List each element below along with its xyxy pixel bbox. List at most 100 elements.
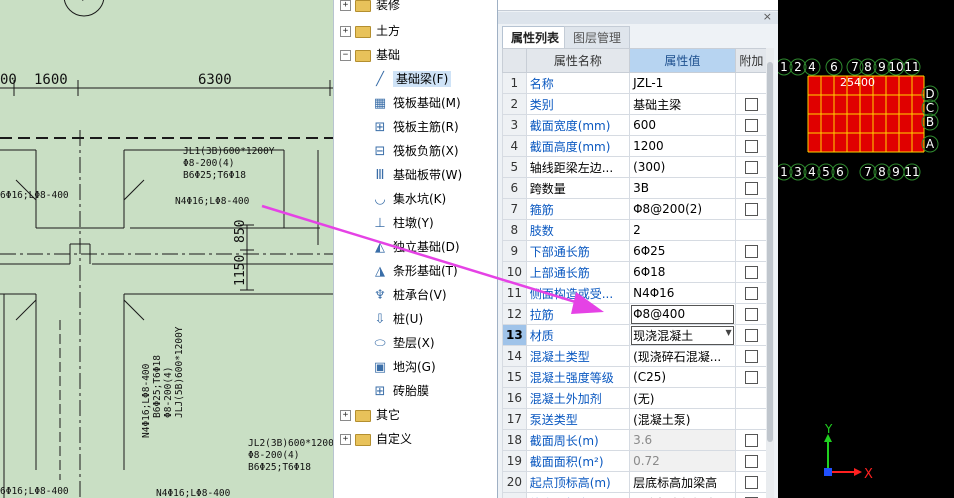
extra-checkbox[interactable] bbox=[744, 140, 758, 153]
property-row[interactable]: 16 混凝土外加剂 (无) bbox=[502, 387, 769, 409]
property-row[interactable]: 15 混凝土强度等级 (C25) bbox=[502, 366, 769, 388]
property-value-field[interactable]: 6Φ18 bbox=[629, 261, 736, 283]
property-row[interactable]: 11 侧面构造或受... N4Φ16 bbox=[502, 282, 769, 304]
extra-checkbox[interactable] bbox=[744, 287, 758, 300]
extra-checkbox[interactable] bbox=[744, 182, 758, 195]
column-header-value[interactable]: 属性值 bbox=[629, 48, 736, 73]
property-row[interactable]: 6 跨数量 3B bbox=[502, 177, 769, 199]
property-row[interactable]: 14 混凝土类型 (现浇碎石混凝... bbox=[502, 345, 769, 367]
tree-folder-custom[interactable]: + 自定义 bbox=[340, 428, 412, 450]
tree-item-column-pier[interactable]: ⊥ 柱墩(Y) bbox=[372, 211, 433, 235]
property-extra-cell[interactable] bbox=[734, 156, 769, 178]
tree-item-sump[interactable]: ◡ 集水坑(K) bbox=[372, 187, 446, 211]
property-row[interactable]: 2 类别 基础主梁 bbox=[502, 93, 769, 115]
extra-checkbox[interactable] bbox=[744, 350, 758, 363]
property-extra-cell[interactable] bbox=[734, 135, 769, 157]
property-row[interactable]: 5 轴线距梁左边... (300) bbox=[502, 156, 769, 178]
vertical-scrollbar[interactable] bbox=[766, 48, 774, 498]
tab-property-list[interactable]: 属性列表 bbox=[502, 26, 569, 49]
extra-checkbox[interactable] bbox=[744, 203, 758, 216]
property-extra-cell[interactable] bbox=[734, 450, 769, 472]
property-row[interactable]: 18 截面周长(m) 3.6 bbox=[502, 429, 769, 451]
property-value-field[interactable]: 6Φ25 bbox=[629, 240, 736, 262]
property-extra-cell[interactable] bbox=[734, 366, 769, 388]
property-row[interactable]: 12 拉筋 Φ8@400 bbox=[502, 303, 769, 325]
tree-item-raft-main-rebar[interactable]: ⊞ 筏板主筋(R) bbox=[372, 115, 459, 139]
property-value-field[interactable]: (无) bbox=[629, 387, 736, 409]
property-row[interactable]: 20 起点顶标高(m) 层底标高加梁高 bbox=[502, 471, 769, 493]
property-extra-cell[interactable] bbox=[734, 240, 769, 262]
tree-folder-foundation[interactable]: − 基础 bbox=[340, 44, 400, 66]
property-value-field[interactable]: 层底标高加梁高 bbox=[629, 492, 736, 498]
property-extra-cell[interactable] bbox=[734, 303, 769, 325]
expand-icon[interactable]: + bbox=[340, 26, 351, 37]
property-value-field[interactable]: 层底标高加梁高 bbox=[629, 471, 736, 493]
extra-checkbox[interactable] bbox=[744, 98, 758, 111]
tree-item-raft-foundation[interactable]: ▦ 筏板基础(M) bbox=[372, 91, 461, 115]
property-value-field[interactable]: (C25) bbox=[629, 366, 736, 388]
cad-drawing-canvas[interactable]: 00 1600 6300 850 1150 JL1(3B)600*1200Y Φ… bbox=[0, 0, 333, 498]
column-header-name[interactable]: 属性名称 bbox=[525, 48, 631, 73]
tree-item-isolated-footing[interactable]: ◭ 独立基础(D) bbox=[372, 235, 460, 259]
extra-checkbox[interactable] bbox=[744, 455, 758, 468]
property-value-field[interactable]: 3B bbox=[629, 177, 736, 199]
property-extra-cell[interactable] bbox=[734, 282, 769, 304]
property-row[interactable]: 4 截面高度(mm) 1200 bbox=[502, 135, 769, 157]
property-value-field[interactable]: JZL-1 bbox=[629, 72, 736, 94]
extra-checkbox[interactable] bbox=[744, 245, 758, 258]
property-extra-cell[interactable] bbox=[734, 429, 769, 451]
property-value-field[interactable]: 600 bbox=[629, 114, 736, 136]
property-row[interactable]: 8 肢数 2 bbox=[502, 219, 769, 241]
scrollbar-thumb[interactable] bbox=[767, 62, 773, 442]
property-value-field[interactable]: 1200 bbox=[629, 135, 736, 157]
property-value-field[interactable]: Φ8@200(2) bbox=[629, 198, 736, 220]
property-row[interactable]: 7 箍筋 Φ8@200(2) bbox=[502, 198, 769, 220]
tree-item-strip-footing[interactable]: ◮ 条形基础(T) bbox=[372, 259, 458, 283]
property-value-dropdown[interactable]: 现浇混凝土 ▼ bbox=[629, 324, 736, 346]
property-extra-cell[interactable] bbox=[734, 177, 769, 199]
property-value-field[interactable]: Φ8@400 bbox=[629, 303, 736, 325]
property-extra-cell[interactable] bbox=[734, 261, 769, 283]
extra-checkbox[interactable] bbox=[744, 329, 758, 342]
tree-item-foundation-strip[interactable]: Ⅲ 基础板带(W) bbox=[372, 163, 463, 187]
expand-icon[interactable]: + bbox=[340, 410, 351, 421]
extra-checkbox[interactable] bbox=[744, 476, 758, 489]
property-row[interactable]: 19 截面面积(m²) 0.72 bbox=[502, 450, 769, 472]
property-extra-cell[interactable] bbox=[734, 114, 769, 136]
extra-checkbox[interactable] bbox=[744, 266, 758, 279]
tree-folder-other[interactable]: + 其它 bbox=[340, 404, 400, 426]
property-row[interactable]: 21终点顶标高(m)层底标高加梁高 bbox=[502, 492, 769, 498]
tree-item-cushion[interactable]: ⬭ 垫层(X) bbox=[372, 331, 434, 355]
property-row[interactable]: 9 下部通长筋 6Φ25 bbox=[502, 240, 769, 262]
property-extra-cell[interactable] bbox=[734, 345, 769, 367]
property-value-field[interactable]: 2 bbox=[629, 219, 736, 241]
property-extra-cell[interactable] bbox=[734, 198, 769, 220]
expand-icon[interactable]: + bbox=[340, 0, 351, 11]
property-value-field[interactable]: (混凝土泵) bbox=[629, 408, 736, 430]
property-row[interactable]: 3 截面宽度(mm) 600 bbox=[502, 114, 769, 136]
tab-layer-management[interactable]: 图层管理 bbox=[564, 26, 631, 50]
tree-item-pile[interactable]: ⇩ 桩(U) bbox=[372, 307, 424, 331]
property-value-field[interactable]: 0.72 bbox=[629, 450, 736, 472]
property-row[interactable]: 1 名称 JZL-1 bbox=[502, 72, 769, 94]
tree-item-trench[interactable]: ▣ 地沟(G) bbox=[372, 355, 436, 379]
extra-checkbox[interactable] bbox=[744, 308, 758, 321]
property-extra-cell[interactable] bbox=[734, 492, 769, 498]
close-icon[interactable]: × bbox=[763, 10, 772, 23]
component-tree[interactable]: + 装修 + 土方 − 基础 ╱ 基础梁(F) ▦ 筏板基础(M) ⊞ 筏板主筋(R) ⊟ 筏… bbox=[333, 0, 497, 498]
extra-checkbox[interactable] bbox=[744, 161, 758, 174]
tree-folder-earthwork[interactable]: + 土方 bbox=[340, 20, 400, 42]
tree-folder-decoration[interactable]: + 装修 bbox=[340, 0, 400, 16]
property-value-field[interactable]: (现浇碎石混凝... bbox=[629, 345, 736, 367]
property-value-field[interactable]: (300) bbox=[629, 156, 736, 178]
3d-viewport[interactable]: 1 2 4 6 7 8 9 10 11 1 3 4 5 6 7 8 9 11 DCBA 25400 Y X bbox=[778, 0, 954, 498]
property-value-field[interactable]: N4Φ16 bbox=[629, 282, 736, 304]
property-extra-cell[interactable] bbox=[734, 471, 769, 493]
collapse-icon[interactable]: − bbox=[340, 50, 351, 61]
property-extra-cell[interactable] bbox=[734, 93, 769, 115]
column-header-extra[interactable]: 附加 bbox=[734, 48, 769, 73]
tree-item-raft-negative-rebar[interactable]: ⊟ 筏板负筋(X) bbox=[372, 139, 459, 163]
property-row[interactable]: 13 材质 现浇混凝土 ▼ bbox=[502, 324, 769, 346]
extra-checkbox[interactable] bbox=[744, 119, 758, 132]
tree-item-brick-formwork[interactable]: ⊞ 砖胎膜 bbox=[372, 379, 429, 403]
